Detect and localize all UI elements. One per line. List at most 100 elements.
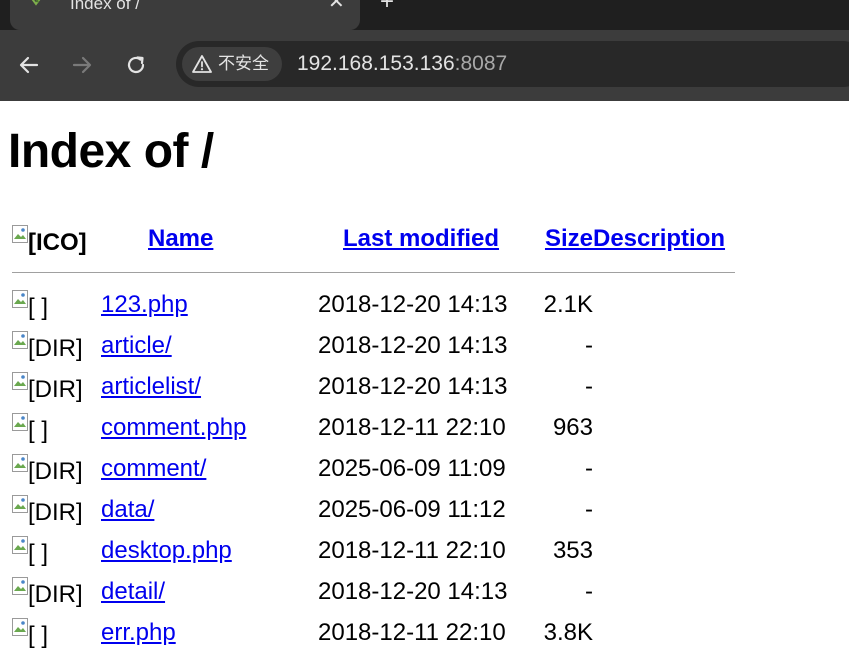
table-row: [DIR] articlelist/2018-12-20 14:13 - [12,366,735,407]
url-text[interactable]: 192.168.153.136:8087 [297,52,507,76]
file-link[interactable]: 123.php [101,291,188,318]
row-icon-cell: [ ] [12,407,101,448]
row-size-cell: - [585,577,593,605]
browser-toolbar: 不安全 192.168.153.136:8087 [0,30,849,101]
file-link[interactable]: err.php [101,619,176,646]
row-size-cell: - [585,372,593,400]
file-type-alt: [ ] [28,294,49,321]
row-name-cell: 123.php [101,284,318,325]
address-bar[interactable]: 不安全 192.168.153.136:8087 [176,41,849,87]
row-icon-cell: [DIR] [12,571,101,612]
browser-tab[interactable]: Index of / ✕ [10,0,360,30]
row-name-cell: detail/ [101,571,318,612]
row-name-cell: comment/ [101,448,318,489]
file-type-alt: [DIR] [28,499,83,526]
row-size-cell: - [585,495,593,523]
sort-by-size-link[interactable]: Size [545,225,593,252]
column-description-header: Description [593,218,735,260]
row-modified-cell: 2018-12-11 22:10 [318,413,506,441]
file-link[interactable]: comment.php [101,414,246,441]
new-tab-button[interactable]: + [380,0,394,14]
forward-button[interactable] [67,50,97,80]
broken-image-icon [12,618,28,636]
file-link[interactable]: comment/ [101,455,206,482]
file-type-alt: [DIR] [28,458,83,485]
row-description-cell [593,489,735,530]
row-icon-cell: [DIR] [12,448,101,489]
broken-image-icon [12,454,28,472]
table-row: [ ] err.php 2018-12-11 22:10 3.8K [12,612,735,653]
row-name-cell: articlelist/ [101,366,318,407]
broken-image-icon [12,536,28,554]
broken-image-icon [12,290,28,308]
table-row: [DIR] data/2025-06-09 11:12 - [12,489,735,530]
file-link[interactable]: articlelist/ [101,373,201,400]
file-type-alt: [ ] [28,540,49,567]
reload-icon [127,56,145,74]
arrow-right-icon [72,56,92,74]
file-type-alt: [ ] [28,417,49,444]
icon-header-text: [ICO] [28,228,87,256]
column-name-header: Name [101,218,318,260]
reload-button[interactable] [121,50,151,80]
row-icon-cell: [DIR] [12,366,101,407]
broken-image-icon [12,224,28,243]
row-size-cell: 3.8K [543,618,593,646]
table-row: [ ] desktop.php 2018-12-11 22:10 353 [12,530,735,571]
row-name-cell: article/ [101,325,318,366]
listing-body: [ ] 123.php 2018-12-20 14:13 2.1K [DIR] artic… [12,284,735,653]
sort-by-modified-link[interactable]: Last modified [343,225,499,252]
row-modified-cell: 2018-12-20 14:13 [318,331,508,359]
row-icon-cell: [ ] [12,530,101,571]
back-button[interactable] [14,50,44,80]
file-type-alt: [DIR] [28,335,83,362]
table-row: [ ] 123.php 2018-12-20 14:13 2.1K [12,284,735,325]
tab-close-icon[interactable]: ✕ [328,0,345,12]
row-name-cell: comment.php [101,407,318,448]
file-link[interactable]: data/ [101,496,154,523]
file-link[interactable]: detail/ [101,578,165,605]
tab-strip: Index of / ✕ + [0,0,849,30]
security-indicator[interactable]: 不安全 [182,47,282,81]
arrow-left-icon [19,56,39,74]
broken-image-icon [12,577,28,595]
url-host: 192.168.153.136 [297,52,455,75]
page-heading: Index of / [8,125,214,178]
file-link[interactable]: article/ [101,332,172,359]
row-name-cell: err.php [101,612,318,653]
sort-by-description-link[interactable]: Description [593,225,725,252]
sort-by-name-link[interactable]: Name [148,225,213,252]
row-size-cell: - [585,454,593,482]
table-row: [ ] comment.php 2018-12-11 22:10 963 [12,407,735,448]
row-modified-cell: 2018-12-20 14:13 [318,372,508,400]
row-modified-cell: 2018-12-11 22:10 [318,536,506,564]
row-modified-cell: 2018-12-11 22:10 [318,618,506,646]
file-link[interactable]: desktop.php [101,537,232,564]
row-name-cell: desktop.php [101,530,318,571]
row-description-cell [593,366,735,407]
warning-triangle-icon [192,55,212,73]
url-port: :8087 [454,52,508,75]
row-modified-cell: 2025-06-09 11:12 [318,495,506,523]
site-favicon-icon [31,0,41,6]
row-modified-cell: 2025-06-09 11:09 [318,454,506,482]
row-description-cell [593,284,735,325]
row-description-cell [593,530,735,571]
broken-image-icon [12,331,28,349]
column-icon-header: [ICO] [12,218,101,260]
row-icon-cell: [DIR] [12,325,101,366]
security-label: 不安全 [218,54,269,74]
file-type-alt: [DIR] [28,376,83,403]
header-separator-row [12,260,735,284]
row-description-cell [593,325,735,366]
column-modified-header: Last modified [318,218,537,260]
row-size-cell: 963 [552,413,593,441]
row-size-cell: 2.1K [543,290,593,318]
row-icon-cell: [DIR] [12,489,101,530]
broken-image-icon [12,372,28,390]
row-modified-cell: 2018-12-20 14:13 [318,577,508,605]
row-icon-cell: [ ] [12,612,101,653]
broken-image-icon [12,413,28,431]
row-name-cell: data/ [101,489,318,530]
row-icon-cell: [ ] [12,284,101,325]
